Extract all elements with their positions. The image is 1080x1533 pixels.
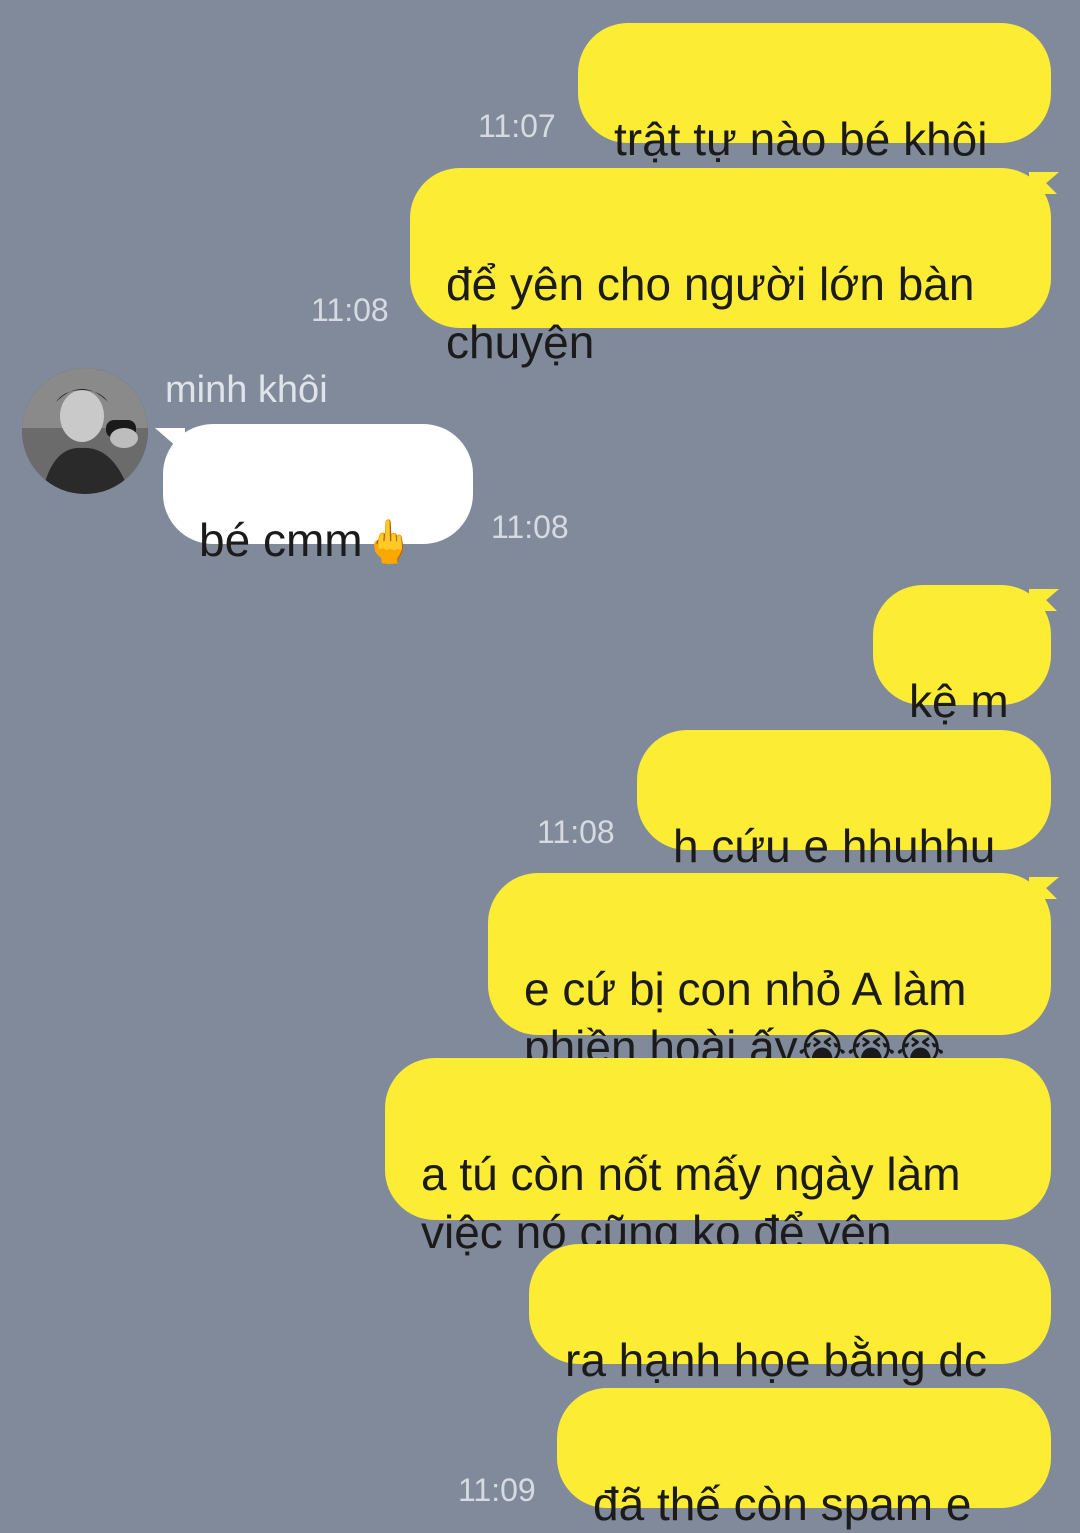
message-timestamp: 11:07 [478, 108, 556, 144]
outgoing-message[interactable]: e cứ bị con nhỏ A làm phiền hoài ấy😭😭😭 [488, 873, 1051, 1073]
message-text: bé cmm [199, 514, 363, 566]
outgoing-message[interactable]: a tú còn nốt mấy ngày làm việc nó cũng k… [385, 1058, 1051, 1258]
message-timestamp: 11:08 [311, 292, 389, 328]
middle-finger-emoji-icon: 🖕 [362, 517, 415, 566]
outgoing-message[interactable]: ra hạnh họe bằng dc [529, 1244, 1051, 1386]
outgoing-message[interactable]: đã thế còn spam e [557, 1388, 1051, 1530]
message-text: ra hạnh họe bằng dc [565, 1334, 988, 1386]
message-text: đã thế còn spam e [593, 1478, 972, 1530]
message-text: để yên cho người lớn bàn chuyện [446, 258, 975, 368]
message-text: trật tự nào bé khôi [614, 113, 988, 165]
outgoing-message[interactable]: h cứu e hhuhhu [637, 730, 1051, 872]
sender-name: minh khôi [165, 369, 328, 411]
incoming-message[interactable]: bé cmm🖕 [163, 424, 473, 566]
outgoing-message[interactable]: kệ m [873, 585, 1051, 727]
message-timestamp: 11:09 [458, 1472, 536, 1508]
message-text: kệ m [909, 675, 1009, 727]
outgoing-message[interactable]: trật tự nào bé khôi [578, 23, 1051, 165]
message-text: h cứu e hhuhhu [673, 820, 996, 872]
avatar[interactable] [22, 368, 148, 494]
outgoing-message[interactable]: để yên cho người lớn bàn chuyện [410, 168, 1051, 368]
message-timestamp: 11:08 [491, 509, 569, 545]
message-timestamp: 11:08 [537, 814, 615, 850]
chat-thread[interactable]: trật tự nào bé khôi 11:07 để yên cho ngư… [0, 0, 1080, 1530]
avatar-photo-icon [22, 368, 148, 494]
message-text: a tú còn nốt mấy ngày làm việc nó cũng k… [421, 1148, 961, 1258]
